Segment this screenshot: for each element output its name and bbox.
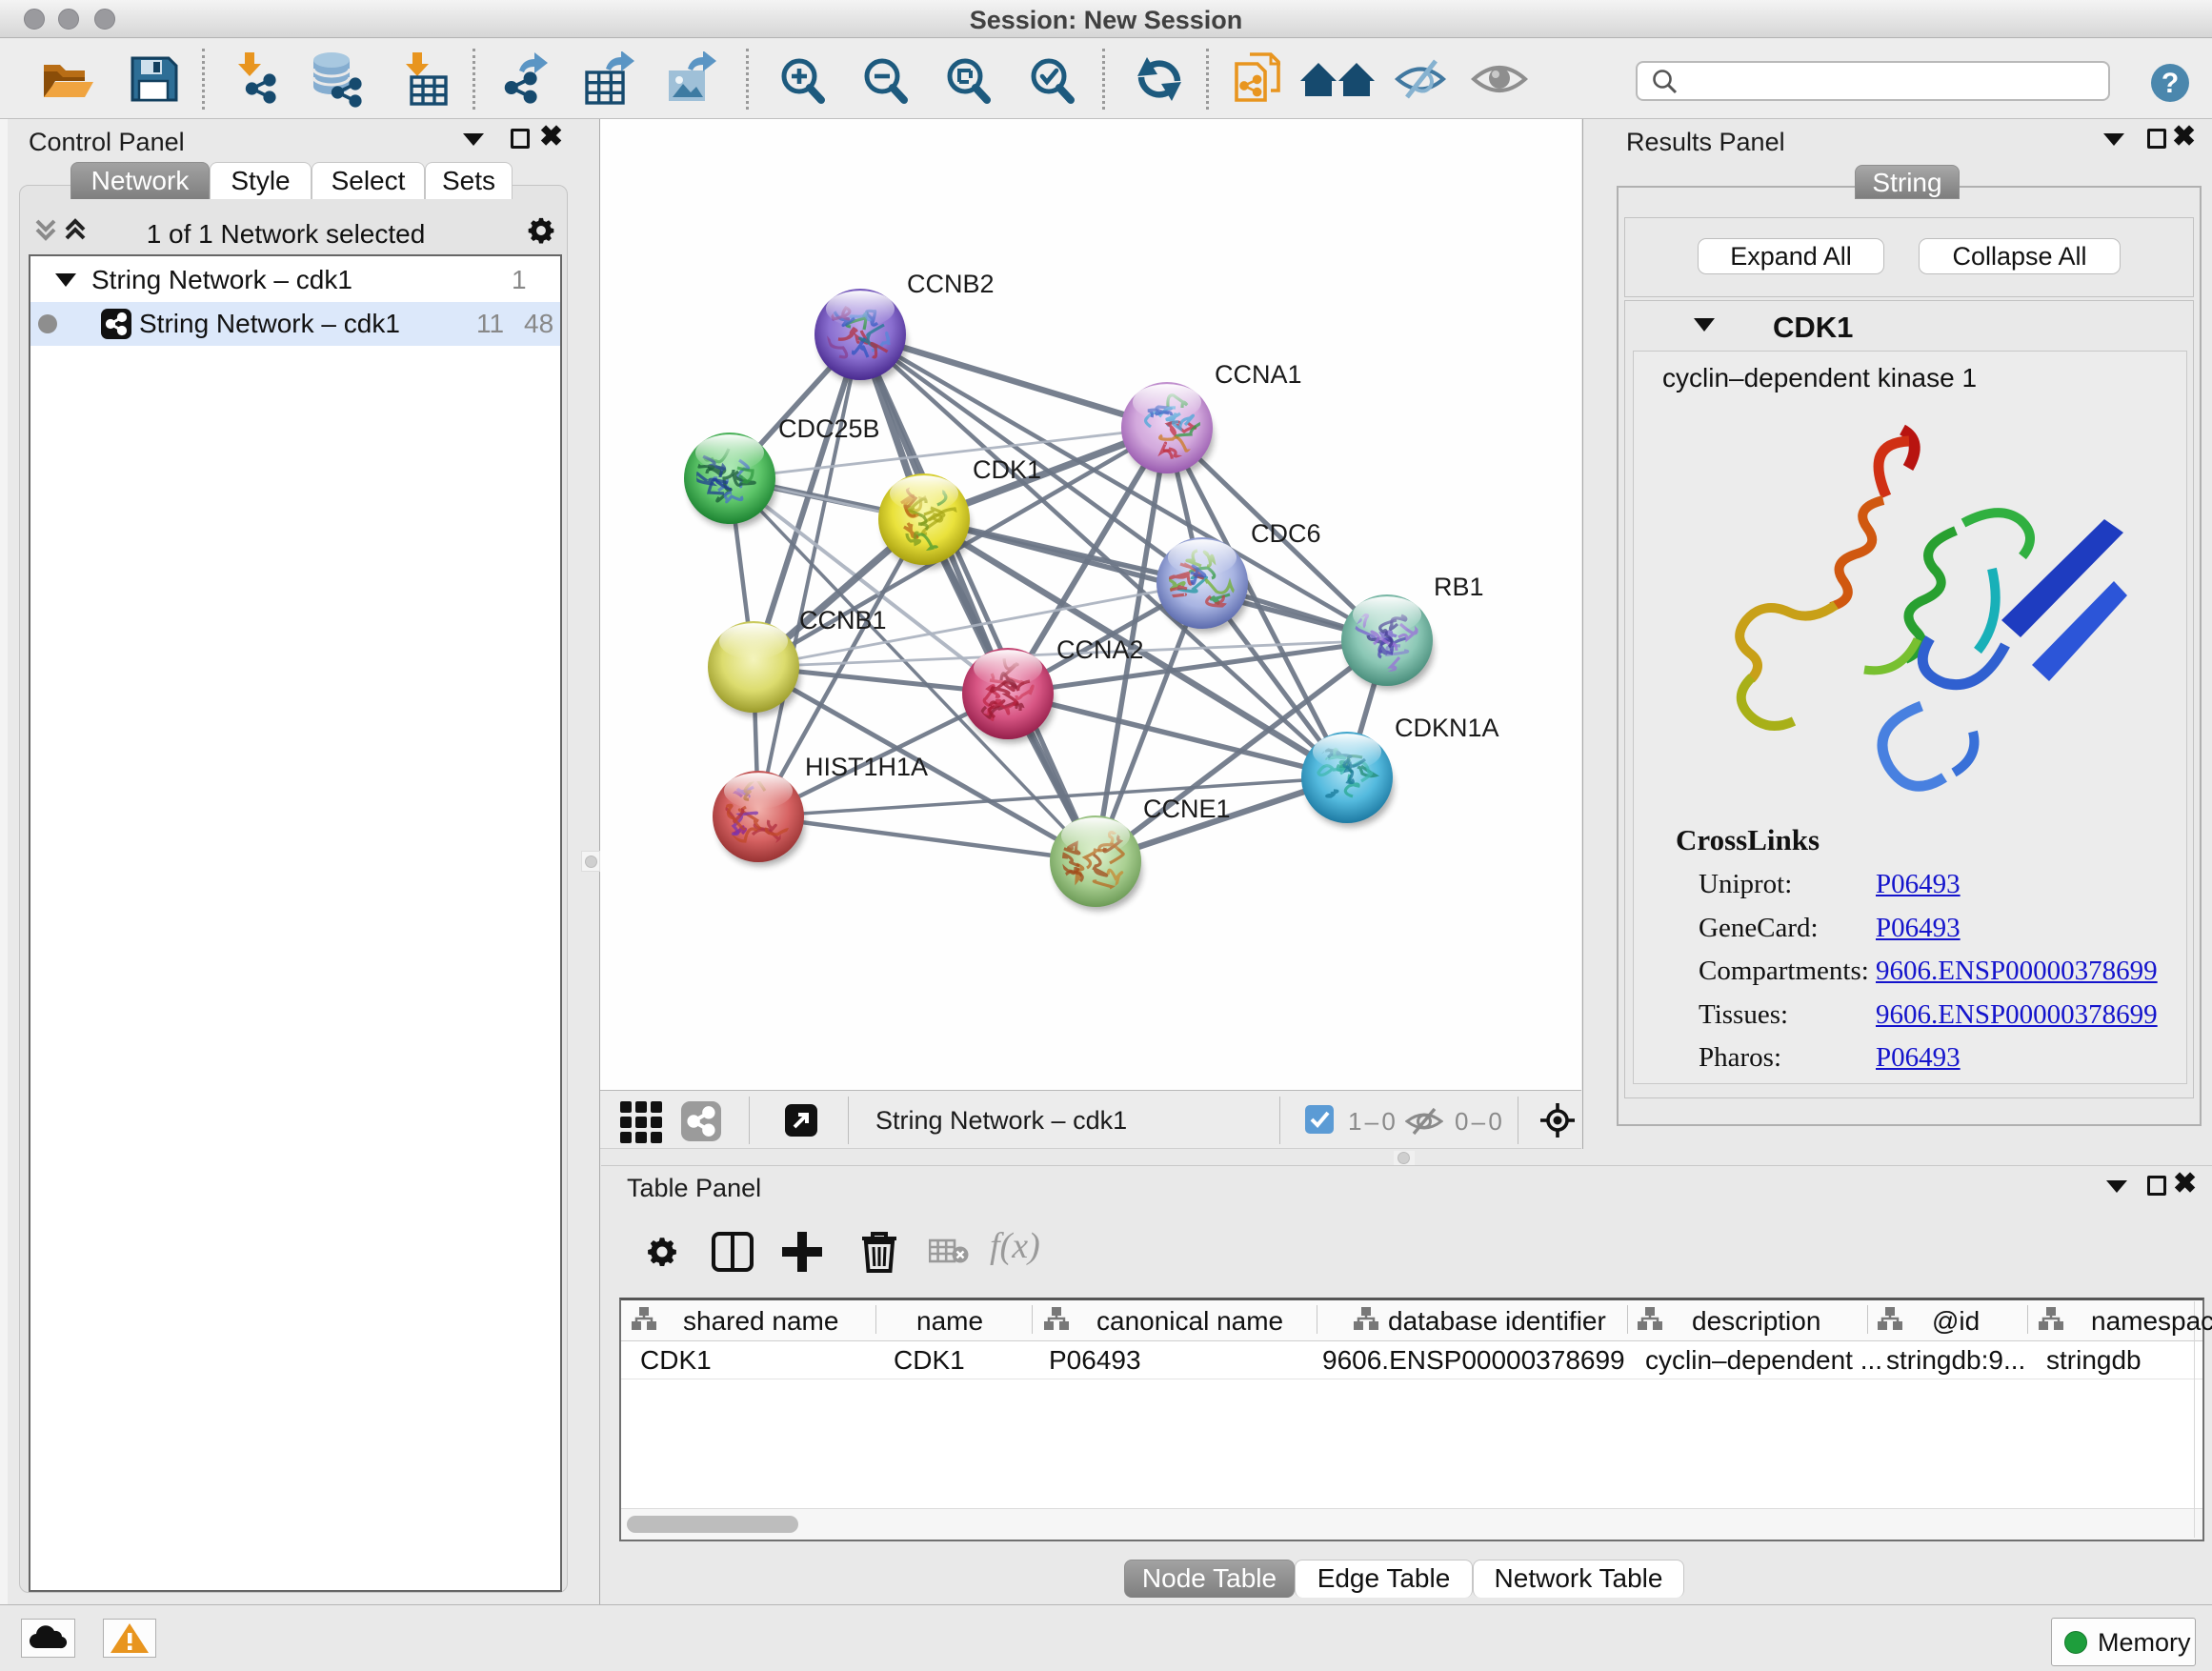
svg-text:CDK1: CDK1 (973, 455, 1041, 484)
svg-text:CCNA1: CCNA1 (1215, 360, 1302, 389)
svg-text:CCNB2: CCNB2 (907, 270, 995, 298)
svg-text:?: ? (2162, 68, 2179, 99)
svg-text:CCNA2: CCNA2 (1056, 635, 1144, 664)
svg-text:CDC25B: CDC25B (778, 414, 880, 443)
svg-text:HIST1H1A: HIST1H1A (805, 753, 928, 781)
svg-text:CCNE1: CCNE1 (1143, 795, 1231, 823)
svg-text:CDC6: CDC6 (1251, 519, 1321, 548)
svg-text:CCNB1: CCNB1 (799, 606, 887, 634)
svg-text:RB1: RB1 (1434, 573, 1484, 601)
svg-text:CDKN1A: CDKN1A (1395, 714, 1499, 742)
